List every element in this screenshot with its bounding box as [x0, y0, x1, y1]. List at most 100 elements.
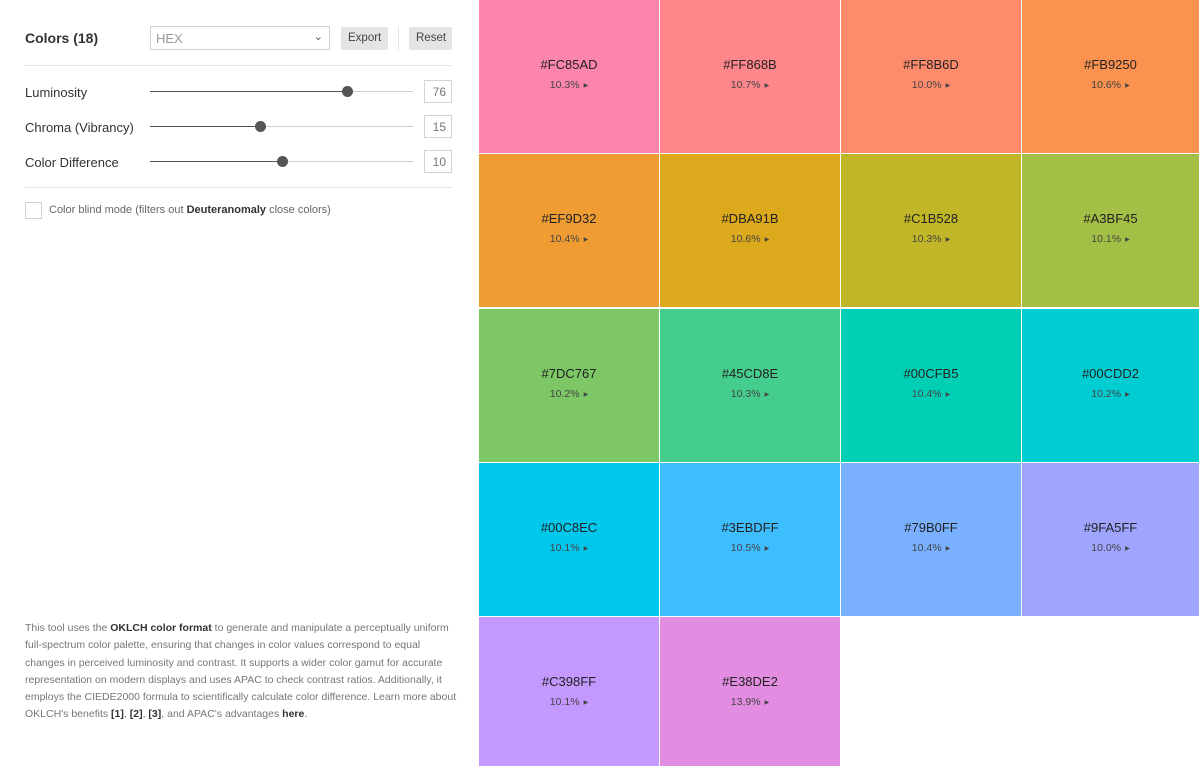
- chroma-slider[interactable]: [150, 121, 413, 132]
- swatch-contrast-label: 10.5% ▶: [660, 542, 840, 554]
- color-swatch[interactable]: #3EBDFF 10.5% ▶: [660, 463, 840, 616]
- swatch-contrast-value: 10.4%: [549, 233, 580, 245]
- swatch-contrast-label: 10.3% ▶: [479, 79, 659, 91]
- triangle-right-icon: ▶: [583, 237, 589, 243]
- color-difference-slider-fill: [150, 161, 282, 162]
- swatch-contrast-label: 10.4% ▶: [841, 388, 1021, 400]
- swatch-hex-label: #45CD8E: [721, 366, 779, 381]
- swatch-contrast-label: 10.7% ▶: [660, 79, 840, 91]
- chroma-input[interactable]: 15: [424, 115, 452, 138]
- luminosity-slider-thumb[interactable]: [342, 86, 354, 97]
- swatch-hex-label: #00CDD2: [1081, 366, 1140, 381]
- swatch-contrast-value: 10.3%: [730, 388, 761, 400]
- chroma-label: Chroma (Vibrancy): [25, 120, 134, 135]
- swatch-contrast-label: 10.0% ▶: [1022, 542, 1199, 554]
- triangle-right-icon: ▶: [1125, 392, 1130, 398]
- triangle-right-icon: ▶: [945, 237, 951, 243]
- color-difference-label: Color Difference: [25, 155, 119, 170]
- luminosity-slider-row: Luminosity 76: [25, 80, 452, 104]
- colorblind-mode-checkbox[interactable]: [25, 202, 42, 219]
- triangle-right-icon: ▶: [945, 392, 951, 398]
- swatch-contrast-value: 10.3%: [911, 233, 942, 245]
- swatch-hex-label: #00C8EC: [540, 520, 598, 535]
- color-swatch[interactable]: #FF868B 10.7% ▶: [660, 0, 840, 153]
- color-swatch[interactable]: #EF9D32 10.4% ▶: [479, 154, 659, 307]
- about-part: .: [304, 708, 308, 721]
- export-button[interactable]: Export: [341, 27, 388, 50]
- reference-link-1[interactable]: [1]: [111, 708, 124, 720]
- swatch-contrast-label: 10.3% ▶: [841, 233, 1021, 245]
- color-swatch[interactable]: #7DC767 10.2% ▶: [479, 309, 659, 462]
- color-swatch[interactable]: #C398FF 10.1% ▶: [479, 617, 659, 766]
- swatch-hex-label: #DBA91B: [721, 211, 779, 226]
- swatch-hex-label: #FF868B: [723, 57, 777, 72]
- reference-link-2[interactable]: [2]: [130, 708, 143, 720]
- swatch-contrast-value: 10.1%: [549, 696, 580, 708]
- swatch-contrast-value: 10.1%: [549, 542, 580, 554]
- color-difference-slider[interactable]: [150, 156, 413, 167]
- color-swatch[interactable]: #A3BF45 10.1% ▶: [1022, 154, 1199, 307]
- luminosity-label: Luminosity: [25, 85, 88, 100]
- swatch-contrast-value: 10.0%: [911, 79, 942, 91]
- swatch-contrast-label: 13.9% ▶: [660, 696, 840, 708]
- swatch-contrast-value: 10.2%: [549, 388, 580, 400]
- swatch-contrast-label: 10.1% ▶: [1022, 233, 1199, 245]
- swatch-hex-label: #EF9D32: [541, 211, 597, 226]
- colorblind-mode-label[interactable]: Color blind mode (filters out Deuteranom…: [49, 204, 331, 216]
- color-swatch[interactable]: #C1B528 10.3% ▶: [841, 154, 1021, 307]
- swatch-contrast-value: 10.6%: [1091, 79, 1122, 91]
- swatch-contrast-value: 10.5%: [730, 542, 761, 554]
- swatch-contrast-value: 10.0%: [1091, 542, 1122, 554]
- swatch-contrast-value: 10.2%: [1091, 388, 1122, 400]
- color-swatch[interactable]: #FF8B6D 10.0% ▶: [841, 0, 1021, 153]
- color-swatch[interactable]: #9FA5FF 10.0% ▶: [1022, 463, 1199, 616]
- color-swatch[interactable]: #DBA91B 10.6% ▶: [660, 154, 840, 307]
- divider: [25, 187, 452, 188]
- color-swatch[interactable]: #E38DE2 13.9% ▶: [660, 617, 840, 766]
- color-swatch[interactable]: #FB9250 10.6% ▶: [1022, 0, 1199, 153]
- color-swatch[interactable]: #79B0FF 10.4% ▶: [841, 463, 1021, 616]
- colorblind-prefix: Color blind mode (filters out: [49, 204, 187, 216]
- color-swatch[interactable]: #FC85AD 10.3% ▶: [479, 0, 659, 153]
- swatch-hex-label: #3EBDFF: [721, 520, 779, 535]
- triangle-right-icon: ▶: [945, 546, 951, 552]
- triangle-right-icon: ▶: [583, 546, 589, 552]
- about-part: This tool uses the: [25, 622, 111, 634]
- swatch-contrast-label: 10.1% ▶: [479, 542, 659, 554]
- about-part: to generate and manipulate a perceptuall…: [25, 622, 457, 721]
- triangle-right-icon: ▶: [764, 392, 770, 398]
- triangle-right-icon: ▶: [1125, 546, 1130, 552]
- chroma-slider-thumb[interactable]: [255, 121, 267, 132]
- swatch-contrast-value: 10.3%: [549, 79, 580, 91]
- swatch-hex-label: #A3BF45: [1083, 211, 1138, 226]
- swatch-contrast-label: 10.3% ▶: [660, 388, 840, 400]
- luminosity-input[interactable]: 76: [424, 80, 452, 103]
- color-palette-grid: #FC85AD 10.3% ▶ #FF868B 10.7% ▶ #FF8B6D 10.0% ▶ #…: [479, 0, 1199, 766]
- reset-button[interactable]: Reset: [409, 27, 452, 50]
- luminosity-slider[interactable]: [150, 86, 413, 97]
- swatch-hex-label: #C1B528: [903, 211, 959, 226]
- triangle-right-icon: ▶: [945, 83, 951, 89]
- swatch-hex-label: #FC85AD: [540, 57, 598, 72]
- triangle-right-icon: ▶: [583, 700, 589, 706]
- swatch-hex-label: #00CFB5: [903, 366, 959, 381]
- color-difference-slider-row: Color Difference 10: [25, 150, 452, 174]
- swatch-hex-label: #79B0FF: [904, 520, 958, 535]
- format-select[interactable]: HEX ⌄: [150, 26, 330, 50]
- color-swatch[interactable]: #00C8EC 10.1% ▶: [479, 463, 659, 616]
- reference-link-3[interactable]: [3]: [148, 708, 161, 720]
- chroma-slider-fill: [150, 126, 261, 127]
- color-difference-input[interactable]: 10: [424, 150, 452, 173]
- triangle-right-icon: ▶: [764, 546, 770, 552]
- color-swatch[interactable]: #00CDD2 10.2% ▶: [1022, 309, 1199, 462]
- controls-panel: Colors (18) HEX ⌄ Export Reset Luminosit…: [0, 0, 479, 766]
- colorblind-type: Deuteranomaly: [186, 204, 267, 216]
- color-difference-slider-thumb[interactable]: [276, 156, 288, 167]
- color-swatch[interactable]: #45CD8E 10.3% ▶: [660, 309, 840, 462]
- swatch-hex-label: #9FA5FF: [1083, 520, 1138, 535]
- swatch-contrast-label: 10.6% ▶: [1022, 79, 1199, 91]
- swatch-contrast-label: 10.4% ▶: [479, 233, 659, 245]
- apac-here-link[interactable]: here: [282, 708, 304, 720]
- color-swatch[interactable]: #00CFB5 10.4% ▶: [841, 309, 1021, 462]
- oklch-format-link[interactable]: OKLCH color format: [110, 622, 212, 634]
